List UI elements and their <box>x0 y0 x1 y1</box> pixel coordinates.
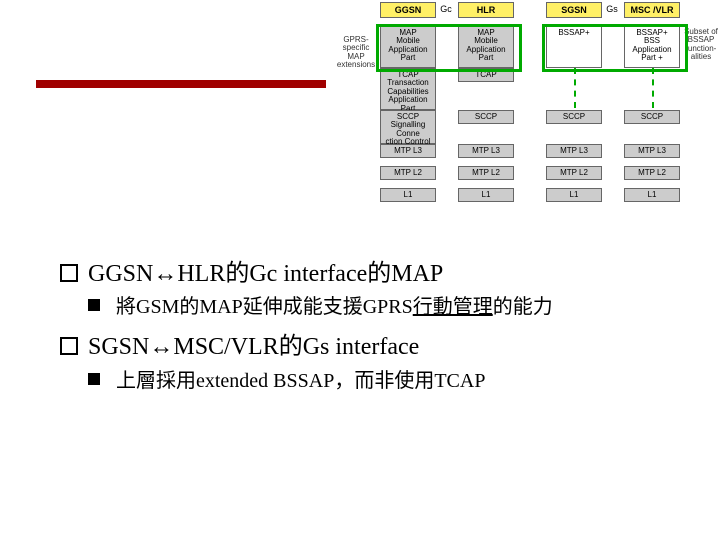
c4-r4: MTP L2 <box>624 166 680 180</box>
c4-r2: SCCP <box>624 110 680 124</box>
b1a-pre: 將GSM的MAP延伸成能支援GPRS <box>116 296 413 318</box>
c1-r2: SCCPSignalling Connection Control Part <box>380 110 436 144</box>
c2-r3: MTP L3 <box>458 144 514 158</box>
c1-r1: TCAPTransactionCapabilitiesApplication P… <box>380 68 436 110</box>
bullet-1a: 將GSM的MAP延伸成能支援GPRS行動管理的能力 <box>88 294 660 321</box>
bullet-2a: 上層採用extended BSSAP，而非使用TCAP <box>88 368 660 395</box>
c1-r5: L1 <box>380 188 436 202</box>
lbl-gs: Gs <box>602 4 622 14</box>
c2-r2: SCCP <box>458 110 514 124</box>
green-highlight-gc <box>376 24 522 72</box>
hdr-sgsn: SGSN <box>546 2 602 18</box>
side-left: GPRS-specificMAPextensions <box>334 36 378 70</box>
c3-r4: MTP L2 <box>546 166 602 180</box>
dashed-line-msc <box>652 68 654 108</box>
c2-r4: MTP L2 <box>458 166 514 180</box>
hdr-ggsn: GGSN <box>380 2 436 18</box>
hdr-mscvlr: MSC /VLR <box>624 2 680 18</box>
protocol-stack-diagram: GGSN HLR SGSN MSC /VLR Gc Gs GPRS-specif… <box>340 0 700 242</box>
hdr-hlr: HLR <box>458 2 514 18</box>
c3-r5: L1 <box>546 188 602 202</box>
decorative-red-bar <box>36 80 326 88</box>
c4-r3: MTP L3 <box>624 144 680 158</box>
c3-r2: SCCP <box>546 110 602 124</box>
lbl-gc: Gc <box>436 4 456 14</box>
bullet-1: GGSN↔HLR的Gc interface的MAP <box>60 258 660 290</box>
bullet-2: SGSN↔MSC/VLR的Gs interface <box>60 331 660 363</box>
c3-r3: MTP L3 <box>546 144 602 158</box>
b1a-post: 的能力 <box>493 296 553 318</box>
c4-r5: L1 <box>624 188 680 202</box>
b1a-ul: 行動管理 <box>413 296 493 318</box>
c1-r4: MTP L2 <box>380 166 436 180</box>
c1-r3: MTP L3 <box>380 144 436 158</box>
bullet-area: GGSN↔HLR的Gc interface的MAP 將GSM的MAP延伸成能支援… <box>60 256 660 405</box>
c2-r5: L1 <box>458 188 514 202</box>
dashed-line-sgsn <box>574 68 576 108</box>
green-highlight-gs <box>542 24 688 72</box>
